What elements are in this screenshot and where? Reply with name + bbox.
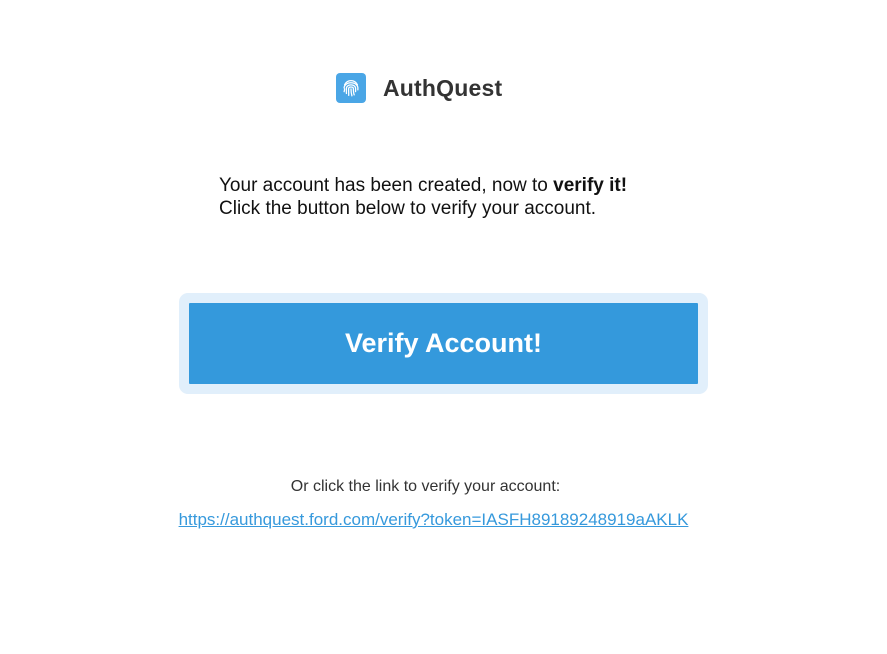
message-line-1-text: Your account has been created, now to (219, 175, 554, 196)
verification-email: AuthQuest Your account has been created,… (0, 0, 887, 654)
verify-link[interactable]: https://authquest.ford.com/verify?token=… (0, 510, 867, 530)
brand-name: AuthQuest (383, 74, 503, 101)
fingerprint-icon (336, 73, 366, 103)
message-emphasis: verify it! (553, 175, 628, 196)
verify-button-container: Verify Account! (179, 293, 708, 394)
alternate-link-instruction: Or click the link to verify your account… (290, 478, 561, 495)
verify-account-button[interactable]: Verify Account! (189, 303, 698, 384)
message-line-2: Click the button below to verify your ac… (219, 198, 597, 219)
message-line-1: Your account has been created, now to ve… (219, 174, 627, 197)
account-created-message: Your account has been created, now to ve… (219, 174, 627, 220)
brand-header: AuthQuest (336, 72, 502, 104)
